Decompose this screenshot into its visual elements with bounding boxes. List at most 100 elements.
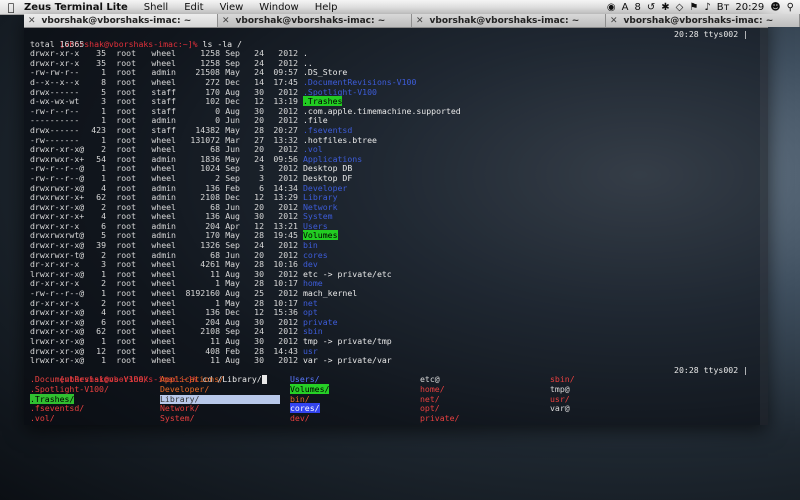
completion-item[interactable]: .Trashes/ <box>30 393 75 404</box>
wifi-icon[interactable]: ◇ <box>676 2 684 13</box>
completion-item[interactable]: Developer/ <box>160 384 209 394</box>
listing-filename: mach_kernel <box>303 288 358 299</box>
apple-icon[interactable]:  <box>0 1 22 14</box>
menu-edit[interactable]: Edit <box>176 2 211 13</box>
bluetooth-icon[interactable]: ✱ <box>661 2 669 13</box>
tab-4[interactable]: ✕ vborshak@vborshaks-imac: ~ <box>606 14 800 27</box>
completion-item[interactable]: .vol/ <box>30 413 55 423</box>
completion-item[interactable]: opt/ <box>420 403 440 413</box>
completion-item[interactable]: .fseventsd/ <box>30 403 84 413</box>
listing-filename: Desktop DB <box>303 163 353 174</box>
tab-2[interactable]: ✕ vborshak@vborshaks-imac: ~ <box>218 14 412 27</box>
listing-filename: opt <box>303 307 318 318</box>
completion-item[interactable]: Volumes/ <box>290 383 330 394</box>
prompt-line: [vborshak@vborshaks-imac:~]% ls -la / 20… <box>30 29 762 48</box>
completion-row: .vol/System/dev/private/ <box>30 413 762 424</box>
clock-day[interactable]: Вт <box>717 2 730 13</box>
listing-filename: . <box>303 48 308 59</box>
listing-owner: root <box>116 355 136 366</box>
listing-filename: .Trashes <box>303 96 343 107</box>
tab-1[interactable]: ✕ vborshak@vborshaks-imac: ~ <box>24 14 218 27</box>
completion-item[interactable]: System/ <box>160 413 195 423</box>
completion-cell[interactable]: dev/ <box>290 413 420 424</box>
completion-item[interactable]: Network/ <box>160 403 199 413</box>
listing-filename: .Spotlight-V100 <box>303 86 377 97</box>
completion-item[interactable]: Users/ <box>290 374 320 385</box>
menu-bar:  Zeus Terminal Lite Shell Edit View Win… <box>0 0 800 15</box>
completion-item[interactable]: sbin/ <box>550 374 575 385</box>
spotlight-icon[interactable]: ⚲ <box>787 2 794 13</box>
listing-row: drwxr-xr-x 35 root wheel 1258 Sep 24 2012.. <box>30 57 762 69</box>
status-area: ◉ A 8 ↺ ✱ ◇ ⚑ ♪ Вт 20:29 ☻ ⚲ <box>607 2 800 13</box>
listing-row: -rw-r--r--@ 1 root wheel 1024 Sep 3 2012 Desktop… <box>30 164 762 174</box>
completion-item[interactable]: etc@ <box>420 374 440 385</box>
completion-item[interactable]: usr/ <box>550 394 570 404</box>
clock-time[interactable]: 20:29 <box>735 2 764 13</box>
close-icon[interactable]: ✕ <box>416 16 424 26</box>
tab-3[interactable]: ✕ vborshak@vborshaks-imac: ~ <box>412 14 606 27</box>
listing-row: drwx------ 5 root staff 170 Aug 30 2012 .Spotlig… <box>30 86 762 98</box>
close-icon[interactable]: ✕ <box>610 16 618 26</box>
completion-item[interactable]: .Spotlight-V100/ <box>30 384 109 394</box>
listing-size: 11 <box>210 355 220 366</box>
listing-time: 2012 <box>278 355 298 366</box>
listing-size: 8192160 <box>185 288 220 299</box>
listing-row: dr-xr-xr-x 3 root wheel 4261 May 28 10:16 dev <box>30 259 762 270</box>
listing-filename: etc -> private/etc <box>303 268 392 279</box>
listing-size: 0 <box>215 105 220 116</box>
listing-row: drwxr-xr-x@ 6 root wheel 204 Aug 30 2012 private <box>30 317 762 328</box>
listing-row: -rw------- 1 root wheel 131072 Mar 27 13:32 .hot… <box>30 135 762 146</box>
total-line: total 16365 <box>30 38 85 49</box>
listing-filename: .file <box>303 115 328 126</box>
listing-row: drwxr-xr-x@ 2 root wheel 68 Jun 20 2012 .vol <box>30 144 762 155</box>
tab-label: vborshak@vborshaks-imac: ~ <box>41 15 192 26</box>
menu-help[interactable]: Help <box>307 2 346 13</box>
completion-cell[interactable]: .vol/ <box>30 413 160 424</box>
right-prompt: 20:28 ttys002 | <box>674 29 748 39</box>
completion-cell[interactable]: System/ <box>160 413 290 424</box>
listing-filename: Applications <box>303 153 363 164</box>
menu-shell[interactable]: Shell <box>136 2 176 13</box>
user-icon[interactable]: ☻ <box>770 2 780 13</box>
listing-links: 1 <box>101 355 106 366</box>
listing-filename: tmp -> private/tmp <box>303 336 392 346</box>
completion-item[interactable]: bin/ <box>290 394 310 404</box>
completion-row: .Trashes/Library/bin/net/usr/ <box>30 393 762 405</box>
completion-cell[interactable]: var@ <box>550 403 680 414</box>
skype-icon[interactable]: ◉ <box>607 2 616 13</box>
tab-label: vborshak@vborshaks-imac: ~ <box>429 15 580 26</box>
count-badge[interactable]: 8 <box>635 2 641 13</box>
listing-filename: sbin <box>303 326 323 337</box>
listing-filename: .. <box>303 57 313 68</box>
listing-row: drwx------ 423 root staff 14382 May 28 20:27 .fs… <box>30 125 762 136</box>
volume-icon[interactable]: ♪ <box>704 2 710 13</box>
terminal-output[interactable]: [vborshak@vborshaks-imac:~]% ls -la / 20… <box>24 28 768 425</box>
completion-item[interactable]: home/ <box>420 384 445 394</box>
completion-cell[interactable] <box>550 414 680 424</box>
app-menu[interactable]: Zeus Terminal Lite <box>22 2 136 13</box>
completion-item[interactable]: var@ <box>550 403 570 413</box>
listing-row: ---------- 1 root admin 0 Jun 20 2012 .file <box>30 116 762 126</box>
listing-row: drwxr-xr-x 6 root admin 204 Apr 12 13:21 Users <box>30 221 762 232</box>
completion-item[interactable]: Applications/ <box>160 374 224 385</box>
completion-item[interactable]: private/ <box>420 413 459 423</box>
timemachine-icon[interactable]: ↺ <box>647 2 655 13</box>
menu-window[interactable]: Window <box>251 2 306 13</box>
listing-row: lrwxr-xr-x@ 1 root wheel 11 Aug 30 2012 tmp -> p… <box>30 336 762 347</box>
listing-row: -rw-r--r--@ 1 root wheel 2 Sep 3 2012 Desktop DF <box>30 173 762 184</box>
completion-item[interactable]: cores/ <box>290 403 320 414</box>
listing-row: drwxrwxr-t@ 2 root admin 68 Jun 20 2012 cores <box>30 250 762 261</box>
listing-filename: var -> private/var <box>303 355 392 366</box>
close-icon[interactable]: ✕ <box>28 16 36 26</box>
completion-item[interactable]: tmp@ <box>550 384 570 394</box>
scrollbar[interactable] <box>760 28 768 425</box>
completion-item[interactable]: dev/ <box>290 413 310 423</box>
menu-view[interactable]: View <box>212 2 252 13</box>
listing-row: drwxr-xr-x@ 39 root wheel 1326 Sep 24 2012 bin <box>30 240 762 251</box>
notification-icon[interactable]: A <box>622 2 629 13</box>
completion-cell[interactable]: private/ <box>420 413 550 424</box>
completion-item[interactable]: net/ <box>420 394 440 404</box>
close-icon[interactable]: ✕ <box>222 16 230 26</box>
completion-item[interactable]: .DocumentRevisions-V100/ <box>30 374 148 385</box>
flag-icon[interactable]: ⚑ <box>689 2 698 13</box>
